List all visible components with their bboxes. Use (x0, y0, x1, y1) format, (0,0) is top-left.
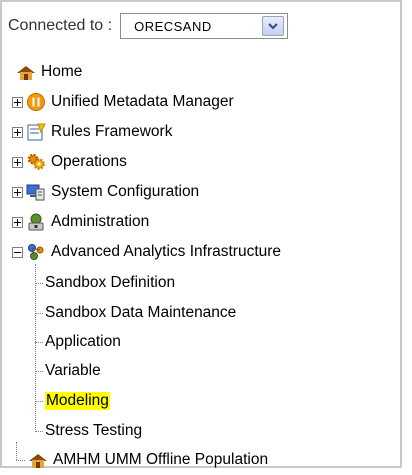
analytics-infrastructure-icon (26, 242, 46, 262)
metadata-manager-icon (26, 92, 46, 112)
tree-item-amhm-umm-offline-population[interactable]: AMHM UMM Offline Population (28, 448, 268, 472)
rules-framework-icon (26, 122, 46, 142)
system-configuration-icon (26, 182, 46, 202)
home-icon (28, 450, 48, 470)
expand-icon[interactable] (12, 126, 23, 138)
tree-item-system-configuration[interactable]: System Configuration (12, 180, 199, 204)
expand-icon[interactable] (12, 186, 23, 198)
tree-item-label: Stress Testing (45, 422, 143, 439)
tree-item-sandbox-definition[interactable]: Sandbox Definition (45, 271, 175, 295)
tree-item-label: AMHM UMM Offline Population (53, 451, 269, 468)
tree-item-stress-testing[interactable]: Stress Testing (45, 419, 142, 443)
tree-connector (35, 313, 43, 314)
tree-connector (16, 442, 17, 460)
tree-item-label: Sandbox Data Maintenance (45, 304, 237, 321)
tree-item-label: Variable (45, 362, 101, 379)
tree-item-label: Operations (51, 153, 127, 170)
tree-connector (16, 460, 25, 461)
expand-icon[interactable] (12, 96, 23, 108)
tree-item-label: Home (41, 63, 83, 80)
tree-item-label-selected: Modeling (45, 392, 110, 410)
navigation-panel: Connected to : ORECSAND Home Unified Met… (0, 0, 402, 468)
tree-item-modeling[interactable]: Modeling (45, 389, 110, 413)
tree-connector (35, 431, 43, 432)
tree-item-label: Application (45, 333, 121, 350)
tree-item-operations[interactable]: Operations (12, 150, 127, 174)
tree-item-label: Rules Framework (51, 123, 173, 140)
tree-item-advanced-analytics-infrastructure[interactable]: Advanced Analytics Infrastructure (12, 240, 281, 264)
tree-item-variable[interactable]: Variable (45, 359, 101, 383)
tree-item-label: Sandbox Definition (45, 274, 176, 291)
expand-icon[interactable] (12, 156, 23, 168)
tree-item-administration[interactable]: Administration (12, 210, 149, 234)
collapse-icon[interactable] (12, 246, 23, 258)
tree-item-label: Advanced Analytics Infrastructure (51, 243, 282, 260)
tree-connector (35, 342, 43, 343)
operations-gear-icon (26, 152, 46, 172)
tree-item-home[interactable]: Home (16, 60, 82, 84)
tree-connector (35, 283, 43, 284)
tree-item-label: System Configuration (51, 183, 200, 200)
administration-icon (26, 212, 46, 232)
expand-icon[interactable] (12, 216, 23, 228)
tree-item-label: Administration (51, 213, 150, 230)
tree-item-application[interactable]: Application (45, 330, 121, 354)
tree-connector (35, 371, 43, 372)
tree-connector (35, 401, 43, 402)
home-icon (16, 62, 36, 82)
tree-item-sandbox-data-maintenance[interactable]: Sandbox Data Maintenance (45, 301, 236, 325)
tree-item-rules-framework[interactable]: Rules Framework (12, 120, 172, 144)
tree-item-unified-metadata-manager[interactable]: Unified Metadata Manager (12, 90, 234, 114)
navigation-tree: Home Unified Metadata Manager Rules Fram… (2, 2, 400, 468)
tree-connector (35, 264, 36, 432)
tree-item-label: Unified Metadata Manager (51, 93, 234, 110)
